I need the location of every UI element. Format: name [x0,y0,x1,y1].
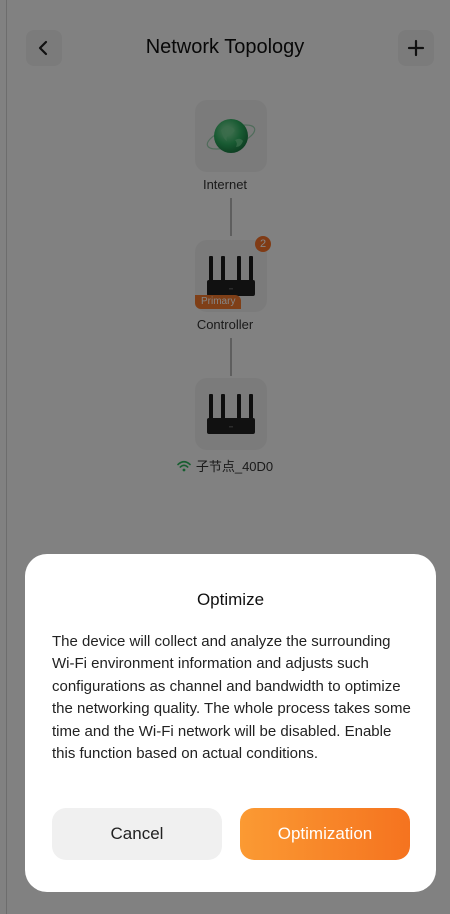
network-topology-screen: Network Topology Internet 2 Primary Cont… [0,0,450,914]
dialog-message: The device will collect and analyze the … [52,633,411,763]
optimization-button[interactable]: Optimization [240,808,410,860]
optimize-dialog: Optimize The device will collect and ana… [25,554,436,892]
dialog-title: Optimize [196,590,265,609]
cancel-button[interactable]: Cancel [52,808,222,860]
